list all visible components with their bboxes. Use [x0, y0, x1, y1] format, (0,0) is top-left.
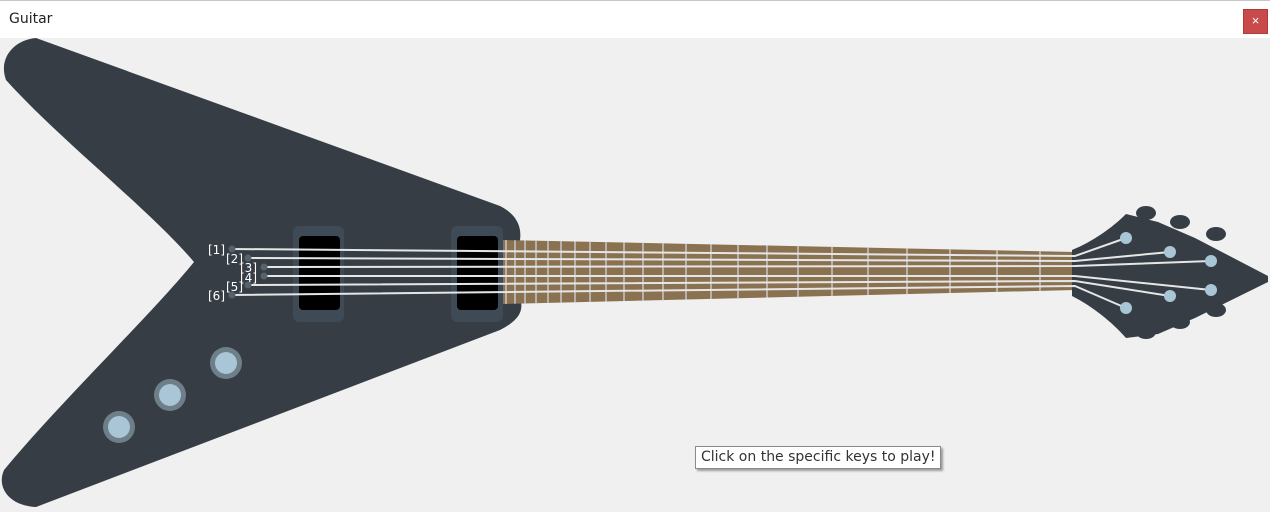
- tuning-peg-5[interactable]: [1170, 315, 1190, 329]
- play-hint-tooltip: Click on the specific keys to play!: [695, 446, 942, 469]
- string-label-1[interactable]: [1]: [208, 243, 225, 257]
- string-label-5[interactable]: [5]: [226, 280, 243, 294]
- string-pin-3: [260, 263, 268, 271]
- tuning-peg-4[interactable]: [1136, 325, 1156, 339]
- guitar-stage: [1] [2] [3] [4] [5] [6] Click on the spe…: [0, 38, 1270, 507]
- bridge-pickup: [457, 236, 498, 310]
- tuning-peg-3[interactable]: [1206, 227, 1226, 241]
- fretboard: [503, 240, 1075, 304]
- title-bar: Guitar ×: [0, 0, 1270, 38]
- knob-1-cap: [215, 352, 237, 374]
- tuning-peg-6[interactable]: [1206, 303, 1226, 317]
- string-label-6[interactable]: [6]: [208, 289, 225, 303]
- tuning-peg-1[interactable]: [1136, 206, 1156, 220]
- close-button[interactable]: ×: [1243, 9, 1268, 34]
- guitar-illustration: [1] [2] [3] [4] [5] [6]: [1, 38, 1268, 507]
- guitar-body: [1, 38, 522, 507]
- string-pin-4: [260, 272, 268, 280]
- knob-3-cap: [108, 416, 130, 438]
- headstock: [1072, 214, 1268, 338]
- knob-2-cap: [159, 384, 181, 406]
- tuning-peg-2[interactable]: [1170, 215, 1190, 229]
- neck-pickup: [299, 236, 340, 310]
- window-title: Guitar: [9, 11, 53, 27]
